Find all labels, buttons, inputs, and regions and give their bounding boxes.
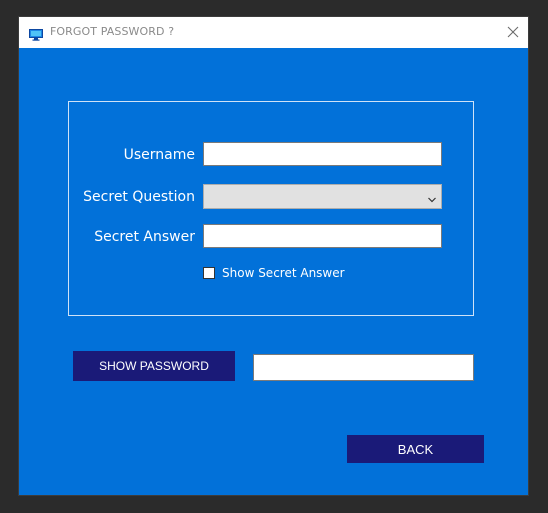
close-icon xyxy=(507,23,519,42)
show-password-button[interactable]: SHOW PASSWORD xyxy=(73,351,235,381)
secret-answer-label: Secret Answer xyxy=(94,229,195,245)
chevron-down-icon xyxy=(427,190,437,203)
close-button[interactable] xyxy=(498,17,528,48)
username-label: Username xyxy=(123,147,195,163)
window-title: FORGOT PASSWORD ? xyxy=(50,25,175,38)
forgot-password-window: FORGOT PASSWORD ? Username Secret Questi… xyxy=(19,17,528,495)
show-secret-answer-checkbox[interactable] xyxy=(203,267,215,279)
username-input[interactable] xyxy=(203,142,442,166)
secret-question-label: Secret Question xyxy=(83,189,195,205)
secret-question-select[interactable] xyxy=(203,184,442,209)
title-bar: FORGOT PASSWORD ? xyxy=(19,17,528,48)
password-output-field[interactable] xyxy=(253,354,474,381)
monitor-icon xyxy=(29,26,43,41)
back-button[interactable]: BACK xyxy=(347,435,484,463)
show-secret-answer-label[interactable]: Show Secret Answer xyxy=(222,266,345,280)
secret-answer-input[interactable] xyxy=(203,224,442,248)
